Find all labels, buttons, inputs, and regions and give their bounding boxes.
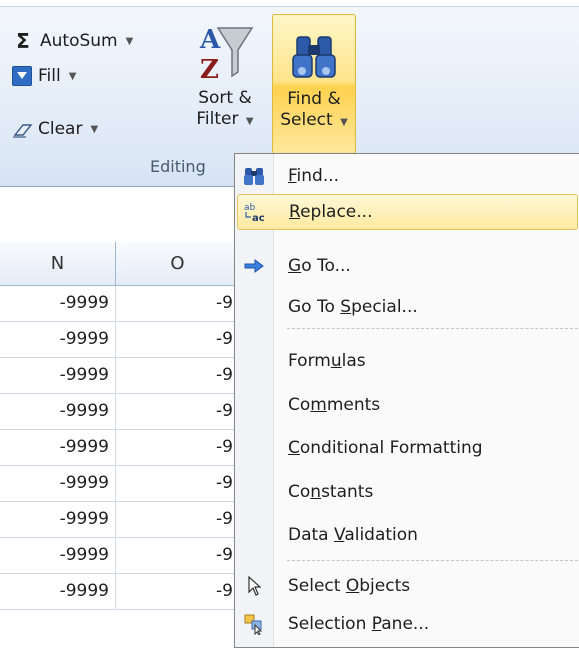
table-row: -9999 -9 [0,538,240,574]
menu-item-label: Comments [288,395,381,415]
chevron-down-icon[interactable]: ▼ [90,124,98,135]
eraser-icon [12,122,33,138]
column-header-n[interactable]: N [0,242,116,286]
table-row: -9999 -9 [0,430,240,466]
menu-item-find[interactable]: Find... [237,158,578,194]
sigma-icon: Σ [16,29,30,53]
cell[interactable]: -9 [116,394,240,429]
cursor-arrow-icon [237,569,271,603]
cell[interactable]: -9 [116,574,240,609]
sort-filter-icon: A Z [182,14,268,84]
menu-separator [287,560,578,561]
cell[interactable]: -9 [116,502,240,537]
cell[interactable]: -9 [116,466,240,501]
table-row: -9999 -9 [0,502,240,538]
find-select-button[interactable]: Find & Select ▼ [272,14,356,154]
menu-item-go-to[interactable]: Go To... [237,248,578,284]
cell[interactable]: -9 [116,358,240,393]
menu-item-label: Selection Pane... [288,614,430,634]
menu-item-data-validation[interactable]: Data Validation [237,517,578,553]
binoculars-icon [237,159,271,193]
fill-button[interactable]: Fill ▼ [12,61,76,91]
cell[interactable]: -9999 [0,574,116,609]
menu-separator [287,328,578,329]
menu-item-replace[interactable]: ab ac Replace... [237,194,578,230]
svg-text:ab: ab [244,203,256,213]
fill-label: Fill [38,66,61,86]
chevron-down-icon[interactable]: ▼ [69,71,77,82]
sort-label-line1: Sort & [198,88,252,108]
cell[interactable]: -9 [116,286,240,321]
chevron-down-icon[interactable]: ▼ [126,36,134,47]
column-header-o[interactable]: O [116,242,240,286]
table-row: -9999 -9 [0,574,240,610]
menu-item-constants[interactable]: Constants [237,474,578,510]
cell[interactable]: -9 [116,322,240,357]
cell[interactable]: -9999 [0,466,116,501]
find-label-line2: Select ▼ [280,110,348,130]
menu-item-select-objects[interactable]: Select Objects [237,568,578,604]
menu-item-formulas[interactable]: Formulas [237,343,578,379]
fill-down-icon [12,66,32,86]
selection-pane-icon [237,607,271,641]
menu-item-label: Constants [288,482,374,502]
menu-item-conditional-formatting[interactable]: Conditional Formatting [237,430,578,466]
group-label: Editing [150,157,206,176]
cell[interactable]: -9999 [0,538,116,573]
formula-bar-area [0,187,240,243]
cell[interactable]: -9 [116,430,240,465]
menu-item-label: Go To... [288,256,351,276]
replace-icon: ab ac [238,195,272,229]
menu-item-label: Formulas [288,351,366,371]
menu-item-selection-pane[interactable]: Selection Pane... [237,606,578,642]
sort-label-line2: Filter ▼ [196,109,254,129]
menu-item-comments[interactable]: Comments [237,387,578,423]
cell[interactable]: -9999 [0,322,116,357]
cell[interactable]: -9999 [0,358,116,393]
autosum-button[interactable]: Σ AutoSum ▼ [12,26,133,56]
cell[interactable]: -9999 [0,502,116,537]
menu-item-go-to-special[interactable]: Go To Special... [237,289,578,325]
svg-text:Z: Z [200,55,219,84]
table-row: -9999 -9 [0,394,240,430]
ribbon-top-edge [0,0,579,7]
svg-text:A: A [199,25,221,55]
menu-item-label: Replace... [289,202,373,222]
menu-item-label: Data Validation [288,525,418,545]
menu-item-label: Select Objects [288,576,411,596]
find-label-line1: Find & [287,89,341,109]
arrow-right-icon [237,249,271,283]
menu-item-label: Find... [288,166,340,186]
cell[interactable]: -9999 [0,394,116,429]
table-row: -9999 -9 [0,358,240,394]
find-select-menu: Find... ab ac Replace... Go To... Go To S… [234,153,579,648]
autosum-label: AutoSum [40,31,118,51]
table-row: -9999 -9 [0,322,240,358]
menu-item-label: Conditional Formatting [288,438,483,458]
cell[interactable]: -9 [116,538,240,573]
chevron-down-icon: ▼ [340,117,348,128]
table-row: -9999 -9 [0,286,240,322]
clear-button[interactable]: Clear ▼ [12,114,98,144]
clear-label: Clear [38,119,83,139]
chevron-down-icon: ▼ [245,116,254,127]
cell[interactable]: -9999 [0,430,116,465]
binoculars-icon [273,15,355,85]
sort-filter-button[interactable]: A Z Sort & Filter ▼ [182,14,268,132]
table-row: -9999 -9 [0,466,240,502]
cell[interactable]: -9999 [0,286,116,321]
svg-text:ac: ac [252,213,265,223]
menu-item-label: Go To Special... [288,297,418,317]
